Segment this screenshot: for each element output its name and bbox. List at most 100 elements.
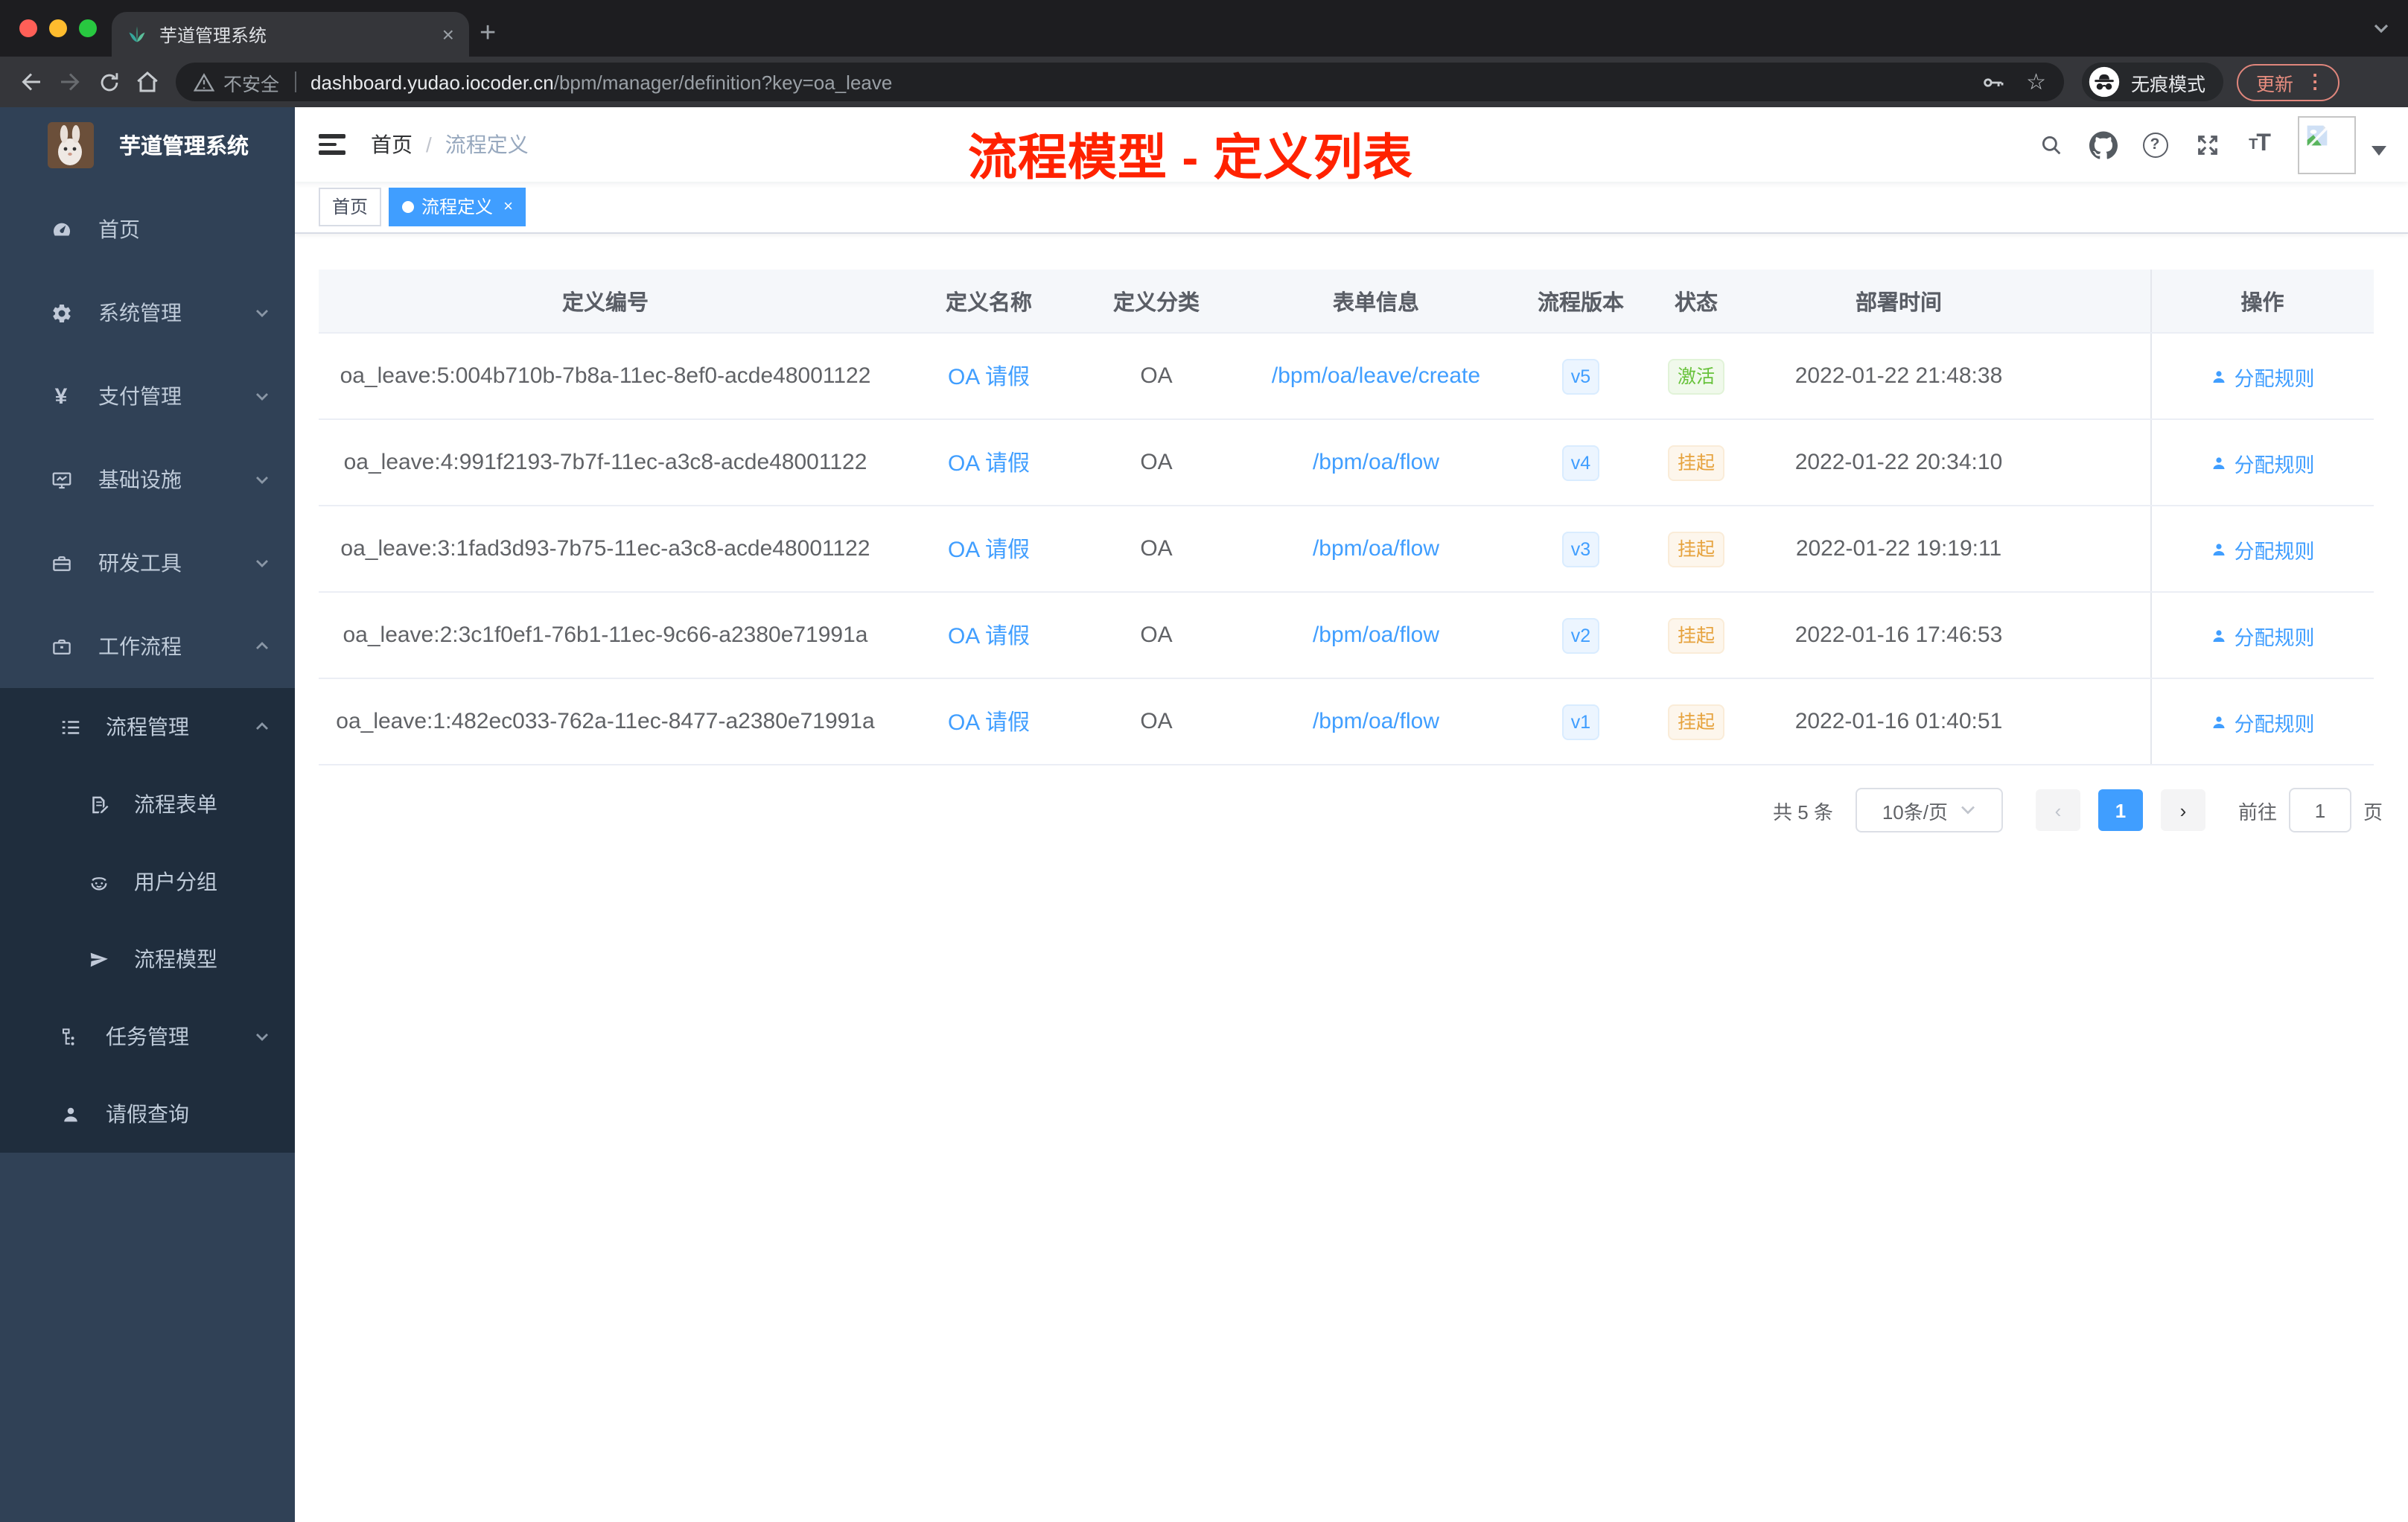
sidebar-item-infra[interactable]: 基础设施 <box>0 438 295 521</box>
page-unit-label: 页 <box>2363 800 2383 823</box>
favicon-plant-icon <box>127 24 147 45</box>
page-size-value: 10条/页 <box>1882 800 1948 823</box>
sidebar-item-home[interactable]: 首页 <box>0 188 295 271</box>
fullscreen-icon[interactable] <box>2189 125 2225 164</box>
home-icon[interactable] <box>128 63 167 101</box>
assign-rule-link[interactable]: 分配规则 <box>2211 448 2315 477</box>
sidebar-item-task-mgmt[interactable]: 任务管理 <box>0 998 295 1075</box>
table-row: oa_leave:5:004b710b-7b8a-11ec-8ef0-acde4… <box>319 333 2374 420</box>
sidebar-item-label: 首页 <box>98 217 140 241</box>
sidebar-collapse-icon[interactable] <box>319 130 348 159</box>
update-label[interactable]: 更新 <box>2256 68 2293 96</box>
status-badge: 挂起 <box>1668 704 1724 739</box>
forward-icon[interactable] <box>51 63 89 101</box>
font-size-icon[interactable]: TT <box>2241 125 2277 164</box>
tab-search-chevron-icon[interactable] <box>2372 21 2390 36</box>
form-link[interactable]: /bpm/oa/flow <box>1313 450 1439 475</box>
incognito-icon <box>2088 66 2121 98</box>
tag-close-icon[interactable]: × <box>503 198 513 215</box>
prev-page-button[interactable]: ‹ <box>2035 789 2080 831</box>
close-window-button[interactable] <box>19 19 37 37</box>
brand-title: 芋道管理系统 <box>119 135 249 159</box>
avatar[interactable] <box>2298 115 2356 173</box>
address-bar[interactable]: 不安全 dashboard.yudao.iocoder.cn/bpm/manag… <box>176 63 2064 101</box>
github-icon[interactable] <box>2085 125 2121 164</box>
deploy-time: 2022-01-22 19:19:11 <box>1756 506 2042 593</box>
breadcrumb-home-link[interactable]: 首页 <box>371 130 413 159</box>
browser-menu-icon[interactable]: ⋮ <box>2305 70 2325 94</box>
bookmark-star-icon[interactable]: ☆ <box>2026 69 2046 95</box>
assign-rule-link[interactable]: 分配规则 <box>2211 534 2315 564</box>
version-badge: v4 <box>1561 445 1600 480</box>
security-label[interactable]: 不安全 <box>223 68 279 96</box>
annotation-title: 流程模型 - 定义列表 <box>968 130 1413 185</box>
definition-name-link[interactable]: OA 请假 <box>948 710 1030 736</box>
sidebar-item-workflow[interactable]: 工作流程 <box>0 605 295 688</box>
goto-label: 前往 <box>2237 800 2277 823</box>
definition-name-link[interactable]: OA 请假 <box>948 538 1030 563</box>
password-key-icon[interactable] <box>1980 69 2005 95</box>
pagination: 共 5 条 10条/页 ‹ 1 › 前往 1 页 <box>319 788 2383 832</box>
assign-rule-link[interactable]: 分配规则 <box>2211 361 2315 391</box>
deploy-time: 2022-01-16 01:40:51 <box>1756 678 2042 765</box>
tag-process-definition[interactable]: 流程定义 × <box>389 188 526 226</box>
new-tab-button[interactable]: + <box>480 15 496 54</box>
next-page-button[interactable]: › <box>2160 789 2205 831</box>
active-tab-dot <box>402 201 415 213</box>
definition-name-link[interactable]: OA 请假 <box>948 365 1030 390</box>
deploy-time: 2022-01-16 17:46:53 <box>1756 592 2042 679</box>
sidebar: 芋道管理系统 首页 系统管理 ¥ 支付管理 基础设施 研发工具 工作流程 流程管… <box>0 107 295 1522</box>
sidebar-logo[interactable]: 芋道管理系统 <box>0 107 295 182</box>
search-icon[interactable] <box>2033 125 2068 164</box>
caret-down-icon[interactable] <box>2371 144 2387 156</box>
deploy-time: 2022-01-22 20:34:10 <box>1756 419 2042 506</box>
sidebar-item-user-group[interactable]: 用户分组 <box>0 843 295 920</box>
tag-home[interactable]: 首页 <box>319 188 382 226</box>
form-link[interactable]: /bpm/oa/flow <box>1313 709 1439 734</box>
page-size-select[interactable]: 10条/页 <box>1855 788 2003 832</box>
form-link[interactable]: /bpm/oa/flow <box>1313 536 1439 561</box>
sidebar-item-system[interactable]: 系统管理 <box>0 271 295 354</box>
assign-rule-link[interactable]: 分配规则 <box>2211 707 2315 736</box>
back-icon[interactable] <box>12 63 51 101</box>
definition-category: OA <box>1086 592 1227 679</box>
security-warning-icon[interactable] <box>194 72 214 92</box>
sidebar-item-label: 工作流程 <box>98 634 182 658</box>
form-link[interactable]: /bpm/oa/leave/create <box>1272 363 1480 389</box>
definition-id: oa_leave:4:991f2193-7b7f-11ec-a3c8-acde4… <box>319 419 892 506</box>
sidebar-item-process-model[interactable]: 流程模型 <box>0 920 295 998</box>
maximize-window-button[interactable] <box>79 19 97 37</box>
definition-name-link[interactable]: OA 请假 <box>948 624 1030 649</box>
sidebar-item-leave-query[interactable]: 请假查询 <box>0 1075 295 1153</box>
help-icon[interactable]: ? <box>2137 125 2173 164</box>
page-number-1[interactable]: 1 <box>2098 789 2143 831</box>
url-text[interactable]: dashboard.yudao.iocoder.cn/bpm/manager/d… <box>310 71 1965 93</box>
reload-icon[interactable] <box>89 63 128 101</box>
sidebar-item-process-mgmt[interactable]: 流程管理 <box>0 688 295 765</box>
assign-rule-link[interactable]: 分配规则 <box>2211 620 2315 650</box>
status-badge: 挂起 <box>1668 531 1724 567</box>
col-definition-category: 定义分类 <box>1086 270 1227 334</box>
browser-update-button[interactable]: 更新 ⋮ <box>2237 63 2340 101</box>
main-area: 流程模型 - 定义列表 首页 / 流程定义 ? T T 首页 流程定义 × 定义… <box>295 107 2408 1522</box>
logo-avatar <box>48 121 94 168</box>
form-link[interactable]: /bpm/oa/flow <box>1313 623 1439 648</box>
browser-tabstrip: 芋道管理系统 × + <box>0 0 2408 57</box>
minimize-window-button[interactable] <box>49 19 67 37</box>
url-path: /bpm/manager/definition?key=oa_leave <box>553 71 893 93</box>
definition-category: OA <box>1086 678 1227 765</box>
definition-name-link[interactable]: OA 请假 <box>948 451 1030 477</box>
sidebar-item-label: 流程管理 <box>106 715 189 739</box>
sidebar-item-label: 用户分组 <box>134 870 217 894</box>
browser-tab[interactable]: 芋道管理系统 × <box>112 12 469 57</box>
dashboard-icon <box>49 218 73 241</box>
sidebar-item-label: 研发工具 <box>98 551 182 575</box>
sidebar-item-devtools[interactable]: 研发工具 <box>0 521 295 605</box>
goto-page-input[interactable]: 1 <box>2288 788 2351 832</box>
sidebar-item-process-form[interactable]: 流程表单 <box>0 765 295 843</box>
breadcrumb-current: 流程定义 <box>445 133 529 156</box>
sidebar-item-payment[interactable]: ¥ 支付管理 <box>0 354 295 438</box>
tab-close-icon[interactable]: × <box>442 22 454 46</box>
briefcase-icon <box>49 635 73 657</box>
monitor-icon <box>49 468 73 491</box>
